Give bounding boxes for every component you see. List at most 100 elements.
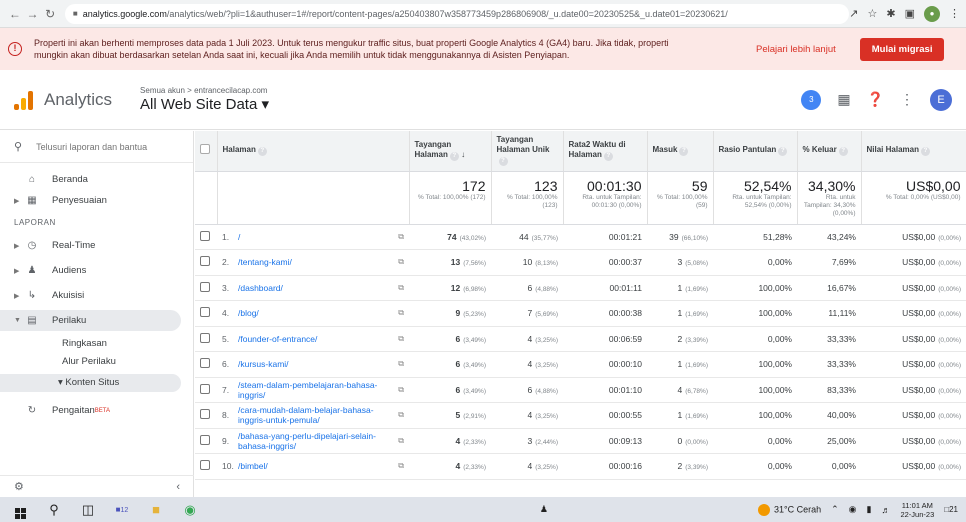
open-link-icon[interactable]: ⧉	[398, 359, 404, 369]
row-checkbox[interactable]	[195, 249, 217, 276]
task-view-icon[interactable]: ◫	[76, 502, 100, 518]
chrome-icon[interactable]: ◉	[178, 502, 202, 518]
open-link-icon[interactable]: ⧉	[398, 334, 404, 344]
collapse-sidebar-icon[interactable]: ‹	[176, 481, 180, 493]
weather-widget[interactable]: 31°C Cerah	[757, 503, 821, 516]
header-avg-time[interactable]: Rata2 Waktu di Halaman?	[563, 131, 648, 172]
help-icon[interactable]: ?	[498, 157, 508, 167]
row-checkbox[interactable]	[195, 300, 217, 327]
bounce-cell: 0,00%	[713, 326, 797, 352]
sidebar-subitem-site-content[interactable]: ▾ Konten Situs	[0, 374, 181, 392]
share-icon[interactable]: ↗	[849, 7, 858, 20]
header-unique-pageviews[interactable]: Tayangan Halaman Unik?	[491, 131, 564, 172]
search-icon[interactable]: ⚲	[42, 502, 66, 518]
open-link-icon[interactable]: ⧉	[398, 308, 404, 318]
row-checkbox[interactable]	[195, 275, 217, 301]
open-link-icon[interactable]: ⧉	[398, 385, 404, 395]
forward-icon[interactable]: →	[24, 7, 42, 21]
network-icon[interactable]: ◉	[849, 504, 857, 515]
row-checkbox[interactable]	[195, 428, 217, 454]
exit-cell: 40,00%	[797, 402, 861, 429]
volume-icon[interactable]: ♬	[881, 505, 890, 515]
help-icon[interactable]: ?	[778, 147, 788, 157]
sidepanel-icon[interactable]: ▣	[905, 7, 915, 20]
open-link-icon[interactable]: ⧉	[398, 436, 404, 446]
header-bounce-rate[interactable]: Rasio Pantulan?	[713, 131, 798, 172]
help-icon[interactable]: ?	[838, 147, 848, 157]
page-link[interactable]: /cara-mudah-dalam-belajar-bahasa-inggris…	[238, 405, 394, 425]
row-checkbox[interactable]	[195, 453, 217, 480]
header-checkbox[interactable]	[195, 131, 218, 172]
apps-grid-icon[interactable]: ▦	[837, 91, 850, 108]
page-link[interactable]: /founder-of-entrance/	[238, 334, 394, 344]
header-entrances[interactable]: Masuk?	[647, 131, 714, 172]
page-link[interactable]: /blog/	[238, 308, 394, 318]
battery-icon[interactable]: ▮	[867, 504, 872, 515]
people-icon[interactable]: ♟	[540, 504, 548, 515]
page-link[interactable]: /	[238, 232, 394, 242]
windows-start-icon[interactable]	[8, 501, 32, 519]
sidebar-subitem-overview[interactable]: Ringkasan	[0, 335, 193, 353]
row-checkbox[interactable]	[195, 326, 217, 352]
address-bar[interactable]: ■ analytics.google.com /analytics/web/?p…	[64, 3, 850, 24]
notification-center-icon[interactable]: □21	[944, 505, 958, 514]
sidebar-item-audience[interactable]: ▶ ♟ Audiens	[0, 260, 193, 281]
file-explorer-icon[interactable]: ■	[144, 502, 168, 517]
help-icon[interactable]: ❓	[867, 91, 884, 108]
sidebar-subitem-behavior-flow[interactable]: Alur Perilaku	[0, 353, 193, 371]
page-link[interactable]: /bimbel/	[238, 461, 394, 471]
header-page-value[interactable]: Nilai Halaman?	[861, 131, 966, 172]
bounce-cell: 100,00%	[713, 351, 797, 378]
help-icon[interactable]: ?	[257, 147, 267, 157]
clock[interactable]: 11:01 AM 22-Jun-23	[900, 501, 934, 519]
help-icon[interactable]: ?	[603, 152, 613, 162]
page-link[interactable]: /kursus-kami/	[238, 359, 394, 369]
back-icon[interactable]: ←	[6, 7, 24, 21]
page-link[interactable]: /steam-dalam-pembelajaran-bahasa-inggris…	[238, 380, 394, 400]
avatar[interactable]: E	[930, 88, 952, 111]
page-link[interactable]: /tentang-kami/	[238, 257, 394, 267]
teams-icon[interactable]: ■12	[110, 505, 134, 514]
learn-more-link[interactable]: Pelajari lebih lanjut	[756, 44, 836, 55]
open-link-icon[interactable]: ⧉	[398, 257, 404, 267]
open-link-icon[interactable]: ⧉	[398, 232, 404, 242]
header-exit[interactable]: % Keluar?	[797, 131, 862, 172]
header-page[interactable]: Halaman?	[217, 131, 410, 172]
behavior-icon: ▤	[27, 315, 37, 326]
sidebar-item-behavior[interactable]: ▼ ▤ Perilaku	[0, 310, 181, 331]
sidebar-item-realtime[interactable]: ▶ ◷ Real-Time	[0, 235, 193, 256]
row-checkbox[interactable]	[195, 377, 217, 403]
start-migration-button[interactable]: Mulai migrasi	[859, 37, 945, 61]
menu-icon[interactable]: ⋮	[949, 7, 960, 20]
row-checkbox[interactable]	[195, 224, 217, 250]
row-checkbox[interactable]	[195, 351, 217, 378]
row-checkbox[interactable]	[195, 402, 217, 429]
sidebar-item-attribution[interactable]: ↻ Pengaitan BETA	[0, 400, 193, 421]
sidebar-item-home[interactable]: ⌂ Beranda	[0, 169, 193, 190]
help-icon[interactable]: ?	[679, 147, 689, 157]
notifications-icon[interactable]: 3	[801, 89, 822, 110]
search-input[interactable]	[36, 141, 177, 152]
pageviews-cell: 6 (3,49%)	[409, 377, 491, 403]
settings-icon[interactable]: ⚙	[14, 480, 24, 493]
header-pageviews[interactable]: Tayangan Halaman? ↓	[409, 131, 492, 172]
sidebar-item-acquisition[interactable]: ▶ ↳ Akuisisi	[0, 285, 193, 306]
reload-icon[interactable]: ↻	[41, 7, 59, 21]
star-icon[interactable]: ☆	[868, 7, 878, 20]
open-link-icon[interactable]: ⧉	[398, 461, 404, 471]
account-selector[interactable]: Semua akun > entrancecilacap.com All Web…	[140, 86, 269, 113]
pageviews-cell: 4 (2,33%)	[409, 453, 491, 480]
page-link[interactable]: /bahasa-yang-perlu-dipelajari-selain-bah…	[238, 431, 394, 451]
help-icon[interactable]: ?	[449, 152, 459, 162]
report-table: Halaman? Tayangan Halaman? ↓ Tayangan Ha…	[195, 131, 966, 480]
open-link-icon[interactable]: ⧉	[398, 283, 404, 293]
page-link[interactable]: /dashboard/	[238, 283, 394, 293]
profile-icon[interactable]: ●	[924, 5, 940, 22]
extensions-icon[interactable]: ✱	[886, 7, 895, 20]
tray-chevron-icon[interactable]: ⌃	[831, 504, 839, 515]
more-vert-icon[interactable]: ⋮	[900, 91, 914, 108]
open-link-icon[interactable]: ⧉	[398, 410, 404, 420]
unique-cell: 6 (4,88%)	[491, 275, 563, 301]
sidebar-item-customization[interactable]: ▶ ▦ Penyesuaian	[0, 190, 193, 211]
help-icon[interactable]: ?	[920, 147, 930, 157]
